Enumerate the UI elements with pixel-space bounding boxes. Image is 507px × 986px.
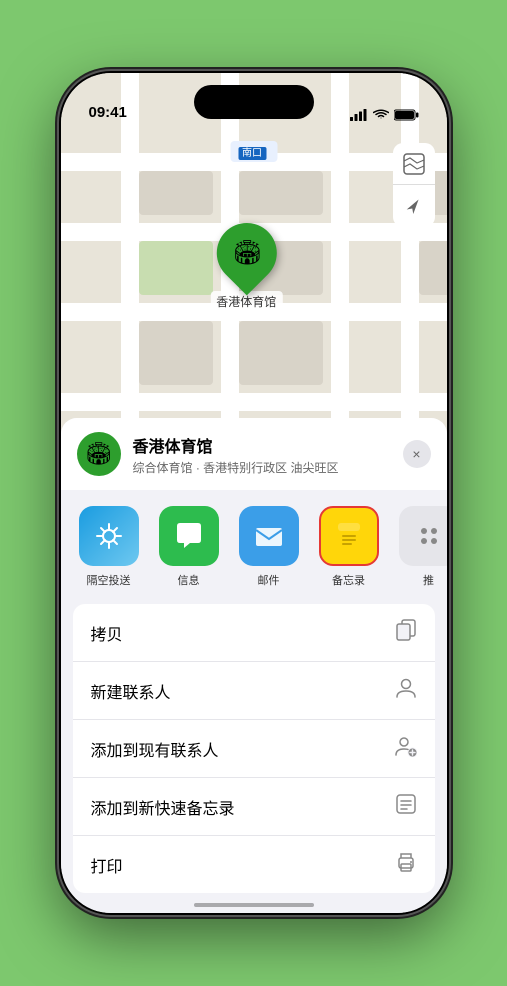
share-item-mail[interactable]: 邮件	[229, 506, 309, 588]
venue-description: 综合体育馆 · 香港特别行政区 油尖旺区	[133, 459, 391, 476]
share-item-notes[interactable]: 备忘录	[309, 506, 389, 588]
airdrop-label: 隔空投送	[87, 572, 131, 588]
wifi-icon	[373, 109, 389, 121]
venue-card: 🏟 香港体育馆 综合体育馆 · 香港特别行政区 油尖旺区 ×	[61, 418, 447, 490]
status-icons	[350, 109, 419, 121]
person-add-icon	[395, 735, 417, 762]
signal-icon	[350, 109, 368, 121]
action-print[interactable]: 打印	[73, 836, 435, 893]
map-location-label: 南口	[230, 141, 277, 162]
phone-screen: 09:41	[61, 73, 447, 913]
action-copy-text: 拷贝	[91, 621, 123, 645]
copy-icon	[395, 619, 417, 646]
action-quick-note-text: 添加到新快速备忘录	[91, 795, 235, 819]
dynamic-island	[194, 85, 314, 119]
location-button[interactable]	[393, 185, 435, 227]
print-icon	[395, 851, 417, 878]
home-indicator	[194, 903, 314, 907]
action-new-contact[interactable]: 新建联系人	[73, 662, 435, 720]
messages-icon	[159, 506, 219, 566]
action-new-contact-text: 新建联系人	[91, 679, 171, 703]
venue-close-button[interactable]: ×	[403, 440, 431, 468]
bottom-sheet: 🏟 香港体育馆 综合体育馆 · 香港特别行政区 油尖旺区 ×	[61, 418, 447, 913]
mail-icon	[239, 506, 299, 566]
status-time: 09:41	[89, 104, 127, 121]
venue-icon: 🏟	[77, 432, 121, 476]
map-controls	[393, 143, 435, 227]
share-item-messages[interactable]: 信息	[149, 506, 229, 588]
action-copy[interactable]: 拷贝	[73, 604, 435, 662]
person-icon	[395, 677, 417, 704]
phone-frame: 09:41	[59, 71, 449, 915]
airdrop-icon	[79, 506, 139, 566]
battery-icon	[394, 109, 419, 121]
action-add-contact-text: 添加到现有联系人	[91, 737, 219, 761]
action-print-text: 打印	[91, 853, 123, 877]
venue-name: 香港体育馆	[133, 433, 391, 457]
more-icon	[399, 506, 447, 566]
map-type-button[interactable]	[393, 143, 435, 185]
notes-icon	[319, 506, 379, 566]
action-list: 拷贝 新建联系人	[73, 604, 435, 893]
share-row: 隔空投送 信息	[61, 490, 447, 596]
stadium-pin[interactable]: 🏟 香港体育馆	[210, 223, 282, 312]
share-item-airdrop[interactable]: 隔空投送	[69, 506, 149, 588]
pin-icon: 🏟	[204, 211, 289, 296]
mail-label: 邮件	[258, 572, 280, 588]
venue-info: 香港体育馆 综合体育馆 · 香港特别行政区 油尖旺区	[133, 433, 391, 476]
messages-label: 信息	[178, 572, 200, 588]
share-item-more[interactable]: 推	[389, 506, 447, 588]
more-label: 推	[423, 572, 434, 588]
action-add-contact[interactable]: 添加到现有联系人	[73, 720, 435, 778]
note-icon	[395, 793, 417, 820]
action-quick-note[interactable]: 添加到新快速备忘录	[73, 778, 435, 836]
notes-label: 备忘录	[332, 572, 365, 588]
